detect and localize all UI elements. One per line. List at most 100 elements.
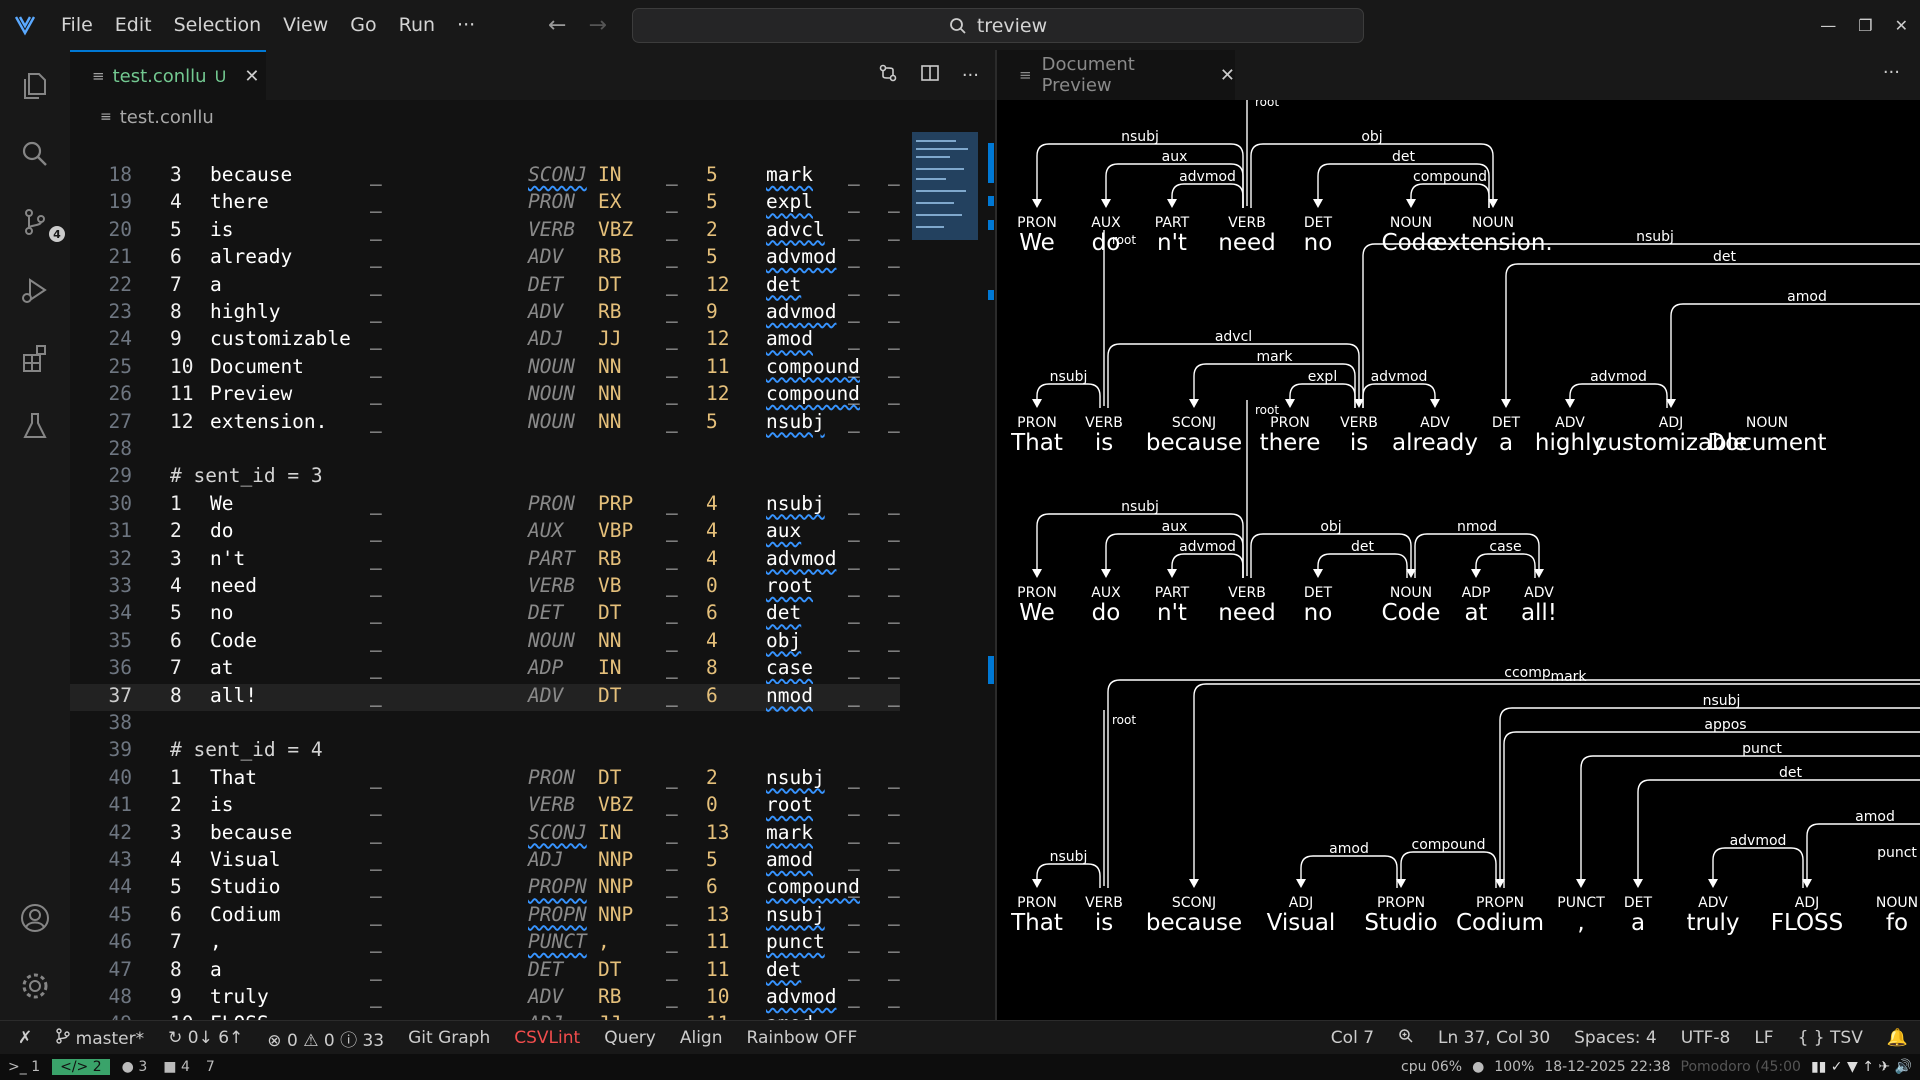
code-line[interactable]: 35 6 Code _ NOUN NN _ 4 obj _ _ <box>70 629 900 656</box>
code-line[interactable]: 44 5 Studio _ PROPN NNP _ 6 compound _ _ <box>70 875 900 902</box>
end-of-line[interactable]: LF <box>1742 1028 1785 1048</box>
testing-flask-icon[interactable] <box>15 406 55 446</box>
align-button[interactable]: Align <box>668 1028 735 1048</box>
settings-gear-icon[interactable] <box>15 966 55 1006</box>
conllu-dep: nsubj <box>766 409 825 433</box>
language-mode[interactable]: { } TSV <box>1786 1028 1875 1048</box>
code-line[interactable]: 40 1 That _ PRON DT _ 2 nsubj _ _ <box>70 766 900 793</box>
code-line[interactable]: 22 7 a _ DET DT _ 12 det _ _ <box>70 273 900 300</box>
code-line[interactable]: 23 8 highly _ ADV RB _ 9 advmod _ _ <box>70 300 900 327</box>
token-form: Visual <box>1267 910 1336 936</box>
close-preview-icon[interactable]: ✕ <box>1220 65 1235 86</box>
code-line[interactable]: 20 5 is _ VERB VBZ _ 2 advcl _ _ <box>70 218 900 245</box>
conllu-x: NN <box>598 409 622 433</box>
remote-icon[interactable]: ✗ <box>0 1028 44 1048</box>
terminal-window-2[interactable]: </> 2 <box>52 1059 110 1075</box>
conllu-x: NN <box>598 382 622 406</box>
code-line[interactable]: 48 9 truly _ ADV RB _ 10 advmod _ _ <box>70 985 900 1012</box>
code-line[interactable]: 47 8 a _ DET DT _ 11 det _ _ <box>70 958 900 985</box>
run-debug-icon[interactable] <box>15 270 55 310</box>
code-line[interactable]: 41 2 is _ VERB VBZ _ 0 root _ _ <box>70 793 900 820</box>
back-arrow-icon[interactable]: ← <box>548 13 566 38</box>
dependency-label: amod <box>1787 289 1827 305</box>
dependency-label: amod <box>1855 809 1895 825</box>
conllu-dash: _ <box>888 245 900 269</box>
tab-test-conllu[interactable]: ≡ test.conllu U ✕ <box>70 50 266 100</box>
close-window-icon[interactable]: ✕ <box>1895 16 1908 35</box>
encoding[interactable]: UTF-8 <box>1669 1028 1743 1048</box>
dependency-arc <box>1300 855 1398 888</box>
scroll-marker <box>988 290 994 300</box>
code-line[interactable]: 39 # sent_id = 4 <box>70 738 900 765</box>
column-indicator[interactable]: Col 7 <box>1319 1028 1386 1048</box>
source-control-icon[interactable]: 4 <box>15 202 65 242</box>
code-line[interactable]: 42 3 because _ SCONJ IN _ 13 mark _ _ <box>70 821 900 848</box>
code-line[interactable]: 43 4 Visual _ ADJ NNP _ 5 amod _ _ <box>70 848 900 875</box>
code-line[interactable]: 28 <box>70 437 900 464</box>
code-line[interactable]: 34 5 no _ DET DT _ 6 det _ _ <box>70 601 900 628</box>
code-line[interactable]: 26 11 Preview _ NOUN NN _ 12 compound _ _ <box>70 382 900 409</box>
minimap[interactable] <box>912 132 978 240</box>
csvlint-button[interactable]: CSVLint <box>502 1028 592 1048</box>
code-line[interactable]: 38 <box>70 711 900 738</box>
conllu-id: 7 <box>170 930 182 954</box>
code-line[interactable]: 32 3 n't _ PART RB _ 4 advmod _ _ <box>70 547 900 574</box>
code-line[interactable]: 37 8 all! _ ADV DT _ 6 nmod _ _ <box>70 683 900 711</box>
code-line[interactable]: 24 9 customizable _ ADJ JJ _ 12 amod _ _ <box>70 327 900 354</box>
zoom-icon[interactable] <box>1386 1028 1426 1049</box>
notifications-bell-icon[interactable]: 🔔 <box>1875 1028 1920 1048</box>
command-center-search[interactable]: treview <box>632 8 1364 43</box>
code-line[interactable]: 46 7, _ PUNCT, _ 11 punct _ _ <box>70 930 900 957</box>
menu-item[interactable]: View <box>272 0 339 50</box>
more-actions-icon[interactable]: ··· <box>962 65 979 86</box>
token-form: already <box>1392 430 1478 456</box>
account-icon[interactable] <box>15 898 55 938</box>
menu-item[interactable]: Edit <box>104 0 163 50</box>
token-form: We <box>1019 230 1055 256</box>
code-line[interactable]: 31 2 do _ AUX VBP _ 4 aux _ _ <box>70 519 900 546</box>
code-line[interactable]: 30 1 We _ PRON PRP _ 4 nsubj _ _ <box>70 492 900 519</box>
conllu-up: ADJ <box>528 327 564 351</box>
breadcrumb-file[interactable]: test.conllu <box>120 107 214 128</box>
cursor-position[interactable]: Ln 37, Col 30 <box>1426 1028 1562 1048</box>
split-editor-icon[interactable] <box>920 63 940 88</box>
forward-arrow-icon[interactable]: → <box>588 13 606 38</box>
tab-document-preview[interactable]: ≡ Document Preview ✕ <box>997 50 1235 100</box>
menu-item[interactable]: File <box>50 0 104 50</box>
conllu-dash: _ <box>370 902 382 926</box>
search-view-icon[interactable] <box>15 134 55 174</box>
conllu-dep: expl <box>766 190 813 214</box>
code-line[interactable]: 25 10 Document _ NOUN NN _ 11 compound _ _ <box>70 355 900 382</box>
sync-item[interactable]: ↻ 0↓ 6↑ <box>156 1028 255 1048</box>
code-line[interactable]: 27 12 extension. _ NOUN NN _ 5 nsubj _ _ <box>70 410 900 437</box>
menu-item[interactable]: ··· <box>446 0 486 50</box>
code-line[interactable]: 19 4 there _ PRON EX _ 5 expl _ _ <box>70 190 900 217</box>
dependency-label: punct <box>1877 845 1917 861</box>
minimize-icon[interactable]: — <box>1820 16 1836 35</box>
code-line[interactable]: 21 6 already _ ADV RB _ 5 advmod _ _ <box>70 245 900 272</box>
branch-item[interactable]: master* <box>44 1027 156 1049</box>
conllu-dash: _ <box>848 491 860 515</box>
menu-item[interactable]: Selection <box>163 0 273 50</box>
open-changes-icon[interactable] <box>878 63 898 88</box>
git-graph-button[interactable]: Git Graph <box>396 1028 502 1048</box>
terminal-window-1[interactable]: >_ 1 <box>0 1059 48 1075</box>
close-tab-icon[interactable]: ✕ <box>244 66 259 87</box>
code-line[interactable]: 29 # sent_id = 3 <box>70 464 900 491</box>
restore-icon[interactable]: ❐ <box>1858 16 1872 35</box>
problems-item[interactable]: ⊗ 0 ⚠ 0 ⓘ 33 <box>255 1026 396 1051</box>
menu-item[interactable]: Go <box>339 0 387 50</box>
code-line[interactable]: 36 7 at _ ADP IN _ 8 case _ _ <box>70 656 900 683</box>
preview-more-icon[interactable]: ··· <box>1883 62 1900 83</box>
indentation[interactable]: Spaces: 4 <box>1562 1028 1669 1048</box>
extensions-icon[interactable] <box>15 338 55 378</box>
rainbow-toggle[interactable]: Rainbow OFF <box>735 1028 870 1048</box>
code-line[interactable]: 18 3 because _ SCONJ IN _ 5 mark _ _ <box>70 163 900 190</box>
code-line[interactable]: 33 4 need _ VERB VB _ 0 root _ _ <box>70 574 900 601</box>
conllu-up: SCONJ <box>528 163 587 186</box>
query-button[interactable]: Query <box>592 1028 668 1048</box>
upos-tag: PART <box>1155 585 1190 601</box>
code-line[interactable]: 45 6 Codium _ PROPN NNP _ 13 nsubj _ _ <box>70 903 900 930</box>
menu-item[interactable]: Run <box>388 0 446 50</box>
explorer-icon[interactable] <box>15 66 55 106</box>
